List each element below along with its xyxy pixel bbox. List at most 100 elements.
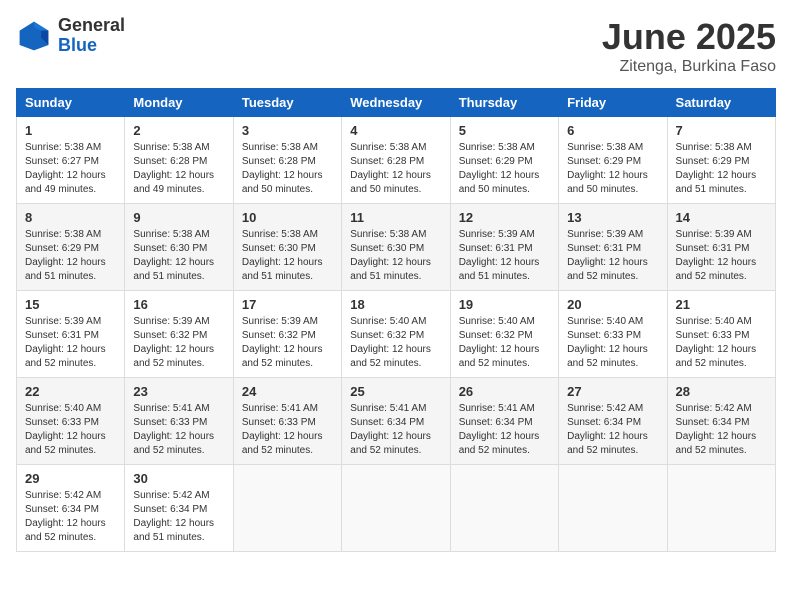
day-number: 30 [133, 471, 224, 486]
day-info: Sunrise: 5:38 AM Sunset: 6:29 PM Dayligh… [459, 141, 550, 197]
calendar-cell: 10 Sunrise: 5:38 AM Sunset: 6:30 PM Dayli… [233, 204, 341, 291]
calendar-cell: 28 Sunrise: 5:42 AM Sunset: 6:34 PM Dayli… [667, 378, 775, 465]
day-number: 17 [242, 297, 333, 312]
day-info: Sunrise: 5:38 AM Sunset: 6:27 PM Dayligh… [25, 141, 116, 197]
week-row-3: 15 Sunrise: 5:39 AM Sunset: 6:31 PM Dayli… [17, 291, 776, 378]
day-header-saturday: Saturday [667, 89, 775, 117]
day-info: Sunrise: 5:38 AM Sunset: 6:28 PM Dayligh… [133, 141, 224, 197]
day-info: Sunrise: 5:38 AM Sunset: 6:30 PM Dayligh… [242, 228, 333, 284]
calendar-cell: 27 Sunrise: 5:42 AM Sunset: 6:34 PM Dayli… [559, 378, 667, 465]
day-number: 14 [676, 210, 767, 225]
header-row: SundayMondayTuesdayWednesdayThursdayFrid… [17, 89, 776, 117]
day-info: Sunrise: 5:41 AM Sunset: 6:33 PM Dayligh… [242, 402, 333, 458]
logo-general: General [58, 16, 125, 36]
day-info: Sunrise: 5:40 AM Sunset: 6:33 PM Dayligh… [676, 315, 767, 371]
day-info: Sunrise: 5:40 AM Sunset: 6:32 PM Dayligh… [350, 315, 441, 371]
header: General Blue June 2025 Zitenga, Burkina … [16, 16, 776, 76]
calendar-cell [559, 465, 667, 552]
logo: General Blue [16, 16, 125, 56]
title-area: June 2025 Zitenga, Burkina Faso [602, 16, 776, 76]
day-number: 7 [676, 123, 767, 138]
day-info: Sunrise: 5:41 AM Sunset: 6:34 PM Dayligh… [350, 402, 441, 458]
day-info: Sunrise: 5:42 AM Sunset: 6:34 PM Dayligh… [25, 489, 116, 545]
day-number: 3 [242, 123, 333, 138]
week-row-4: 22 Sunrise: 5:40 AM Sunset: 6:33 PM Dayli… [17, 378, 776, 465]
day-number: 15 [25, 297, 116, 312]
day-header-tuesday: Tuesday [233, 89, 341, 117]
day-info: Sunrise: 5:41 AM Sunset: 6:34 PM Dayligh… [459, 402, 550, 458]
calendar-cell: 30 Sunrise: 5:42 AM Sunset: 6:34 PM Dayli… [125, 465, 233, 552]
day-number: 8 [25, 210, 116, 225]
location-title: Zitenga, Burkina Faso [602, 58, 776, 76]
calendar-cell: 24 Sunrise: 5:41 AM Sunset: 6:33 PM Dayli… [233, 378, 341, 465]
calendar-cell: 13 Sunrise: 5:39 AM Sunset: 6:31 PM Dayli… [559, 204, 667, 291]
day-header-wednesday: Wednesday [342, 89, 450, 117]
week-row-1: 1Sunrise: 5:38 AM Sunset: 6:27 PM Daylig… [17, 117, 776, 204]
day-info: Sunrise: 5:38 AM Sunset: 6:29 PM Dayligh… [676, 141, 767, 197]
day-number: 26 [459, 384, 550, 399]
logo-text: General Blue [58, 16, 125, 56]
day-info: Sunrise: 5:38 AM Sunset: 6:29 PM Dayligh… [567, 141, 658, 197]
day-header-monday: Monday [125, 89, 233, 117]
day-number: 10 [242, 210, 333, 225]
day-info: Sunrise: 5:38 AM Sunset: 6:28 PM Dayligh… [350, 141, 441, 197]
day-number: 29 [25, 471, 116, 486]
day-number: 27 [567, 384, 658, 399]
day-number: 11 [350, 210, 441, 225]
day-number: 5 [459, 123, 550, 138]
day-number: 28 [676, 384, 767, 399]
day-number: 13 [567, 210, 658, 225]
week-row-2: 8Sunrise: 5:38 AM Sunset: 6:29 PM Daylig… [17, 204, 776, 291]
day-number: 21 [676, 297, 767, 312]
calendar-cell [342, 465, 450, 552]
day-info: Sunrise: 5:39 AM Sunset: 6:31 PM Dayligh… [567, 228, 658, 284]
calendar-cell [233, 465, 341, 552]
day-info: Sunrise: 5:40 AM Sunset: 6:32 PM Dayligh… [459, 315, 550, 371]
day-number: 24 [242, 384, 333, 399]
calendar-cell: 17 Sunrise: 5:39 AM Sunset: 6:32 PM Dayli… [233, 291, 341, 378]
calendar-cell: 26 Sunrise: 5:41 AM Sunset: 6:34 PM Dayli… [450, 378, 558, 465]
day-number: 4 [350, 123, 441, 138]
calendar-cell: 22 Sunrise: 5:40 AM Sunset: 6:33 PM Dayli… [17, 378, 125, 465]
day-header-thursday: Thursday [450, 89, 558, 117]
calendar-cell: 4 Sunrise: 5:38 AM Sunset: 6:28 PM Daylig… [342, 117, 450, 204]
calendar-cell: 23 Sunrise: 5:41 AM Sunset: 6:33 PM Dayli… [125, 378, 233, 465]
day-header-friday: Friday [559, 89, 667, 117]
calendar-header: SundayMondayTuesdayWednesdayThursdayFrid… [17, 89, 776, 117]
calendar-cell: 6 Sunrise: 5:38 AM Sunset: 6:29 PM Daylig… [559, 117, 667, 204]
calendar-cell: 29 Sunrise: 5:42 AM Sunset: 6:34 PM Dayli… [17, 465, 125, 552]
calendar-cell: 8Sunrise: 5:38 AM Sunset: 6:29 PM Daylig… [17, 204, 125, 291]
calendar-cell: 25Sunrise: 5:41 AM Sunset: 6:34 PM Dayli… [342, 378, 450, 465]
day-number: 19 [459, 297, 550, 312]
calendar-cell: 5 Sunrise: 5:38 AM Sunset: 6:29 PM Daylig… [450, 117, 558, 204]
day-info: Sunrise: 5:38 AM Sunset: 6:30 PM Dayligh… [133, 228, 224, 284]
calendar-cell [667, 465, 775, 552]
calendar-cell: 7 Sunrise: 5:38 AM Sunset: 6:29 PM Daylig… [667, 117, 775, 204]
calendar-cell [450, 465, 558, 552]
day-info: Sunrise: 5:38 AM Sunset: 6:28 PM Dayligh… [242, 141, 333, 197]
day-info: Sunrise: 5:40 AM Sunset: 6:33 PM Dayligh… [567, 315, 658, 371]
calendar-cell: 11 Sunrise: 5:38 AM Sunset: 6:30 PM Dayli… [342, 204, 450, 291]
day-info: Sunrise: 5:40 AM Sunset: 6:33 PM Dayligh… [25, 402, 116, 458]
calendar: SundayMondayTuesdayWednesdayThursdayFrid… [16, 88, 776, 552]
week-row-5: 29 Sunrise: 5:42 AM Sunset: 6:34 PM Dayli… [17, 465, 776, 552]
day-info: Sunrise: 5:42 AM Sunset: 6:34 PM Dayligh… [676, 402, 767, 458]
day-info: Sunrise: 5:42 AM Sunset: 6:34 PM Dayligh… [133, 489, 224, 545]
day-number: 9 [133, 210, 224, 225]
calendar-cell: 3 Sunrise: 5:38 AM Sunset: 6:28 PM Daylig… [233, 117, 341, 204]
calendar-cell: 15 Sunrise: 5:39 AM Sunset: 6:31 PM Dayli… [17, 291, 125, 378]
day-number: 23 [133, 384, 224, 399]
day-info: Sunrise: 5:41 AM Sunset: 6:33 PM Dayligh… [133, 402, 224, 458]
logo-blue: Blue [58, 36, 125, 56]
day-number: 22 [25, 384, 116, 399]
calendar-body: 1Sunrise: 5:38 AM Sunset: 6:27 PM Daylig… [17, 117, 776, 552]
day-number: 16 [133, 297, 224, 312]
day-info: Sunrise: 5:39 AM Sunset: 6:32 PM Dayligh… [242, 315, 333, 371]
day-number: 2 [133, 123, 224, 138]
day-header-sunday: Sunday [17, 89, 125, 117]
day-info: Sunrise: 5:39 AM Sunset: 6:31 PM Dayligh… [25, 315, 116, 371]
day-number: 6 [567, 123, 658, 138]
day-info: Sunrise: 5:38 AM Sunset: 6:30 PM Dayligh… [350, 228, 441, 284]
calendar-cell: 2 Sunrise: 5:38 AM Sunset: 6:28 PM Daylig… [125, 117, 233, 204]
day-info: Sunrise: 5:42 AM Sunset: 6:34 PM Dayligh… [567, 402, 658, 458]
